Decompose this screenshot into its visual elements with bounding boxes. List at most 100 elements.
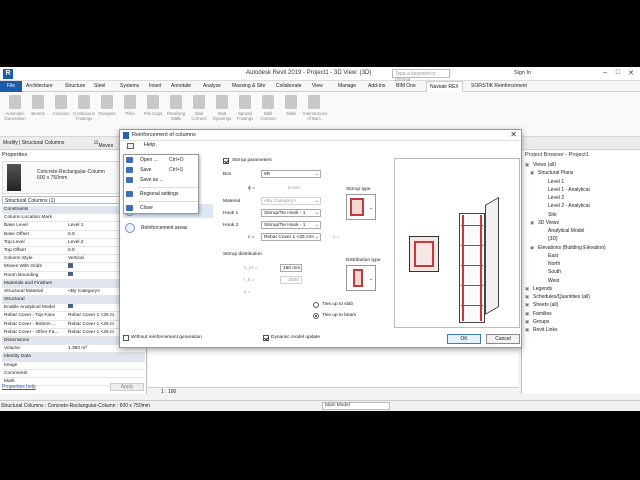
- property-row[interactable]: Comments: [2, 370, 145, 378]
- stirrup-type-select[interactable]: ⌄: [346, 194, 376, 220]
- tree-expand-icon[interactable]: ▣: [525, 161, 529, 169]
- help-menu[interactable]: Help: [144, 142, 155, 148]
- tab-file[interactable]: File: [0, 81, 22, 92]
- without-generation-checkbox[interactable]: [123, 335, 129, 341]
- tab-structure[interactable]: Structure: [65, 83, 85, 89]
- browser-item[interactable]: South: [522, 268, 640, 276]
- cover-select[interactable]: Rebar Cover 1 <25 mm ⌄: [261, 233, 321, 241]
- tab-steel[interactable]: Steel: [94, 83, 105, 89]
- ties-slab-radio[interactable]: [313, 302, 319, 308]
- tab-add-ins[interactable]: Add-Ins: [368, 83, 385, 89]
- browser-item[interactable]: ▣ Structural Plans: [522, 169, 640, 177]
- browser-item[interactable]: ▣ Revit Links: [522, 326, 640, 334]
- tree-expand-icon[interactable]: ▣: [530, 244, 534, 252]
- browser-item[interactable]: Level 2: [522, 194, 640, 202]
- browser-item[interactable]: ▣ Views (all): [522, 161, 640, 169]
- sm-input[interactable]: 150 mm: [280, 264, 302, 272]
- material-select[interactable]: <By Category> ⌄: [261, 197, 321, 205]
- distribution-type-select[interactable]: ⌄: [346, 265, 376, 291]
- ribbon-button-walls[interactable]: Walls: [280, 95, 302, 116]
- browser-item[interactable]: Level 1 - Analytical: [522, 186, 640, 194]
- tab-massing-site[interactable]: Massing & Site: [232, 83, 265, 89]
- apply-button[interactable]: Apply: [110, 383, 144, 391]
- dynamic-update-checkbox[interactable]: [263, 335, 269, 341]
- main-model-select[interactable]: Main Model: [322, 402, 390, 410]
- browser-item[interactable]: ▣ Legends: [522, 285, 640, 293]
- browser-item[interactable]: East: [522, 252, 640, 260]
- ribbon-button-continuous-footings[interactable]: Continuous Footings: [73, 95, 95, 121]
- properties-help-link[interactable]: Properties help: [2, 384, 36, 390]
- ribbon-button-retaining-walls[interactable]: Retaining Walls: [165, 95, 187, 121]
- view-scale[interactable]: 1 : 100: [161, 389, 176, 395]
- ribbon-button-intersections-of-bars[interactable]: Intersections of Bars: [303, 95, 327, 121]
- tree-expand-icon[interactable]: ▣: [525, 318, 529, 326]
- ribbon-button-wall-corners[interactable]: Wall Corners: [257, 95, 279, 121]
- ribbon-button-spread-footings[interactable]: Spread Footings: [234, 95, 256, 121]
- tab-bim-one[interactable]: BIM One: [396, 83, 416, 89]
- file-menu-icon[interactable]: [127, 143, 134, 149]
- tab-annotate[interactable]: Annotate: [171, 83, 191, 89]
- moves-checkbox[interactable]: ☑ Moves: [94, 140, 113, 149]
- browser-item[interactable]: Level 2 - Analytical: [522, 202, 640, 210]
- ribbon-button-automatic-generation[interactable]: Automatic Generation: [4, 95, 26, 121]
- menu-item-close[interactable]: Close: [124, 203, 200, 213]
- tree-expand-icon[interactable]: ▣: [530, 169, 534, 177]
- tree-expand-icon[interactable]: ▣: [525, 326, 529, 334]
- tab-insert[interactable]: Insert: [149, 83, 162, 89]
- ribbon-button-piles[interactable]: Piles: [119, 95, 141, 116]
- ribbon-button-slab-corners[interactable]: Slab Corners: [188, 95, 210, 121]
- lk-input[interactable]: 3000: [280, 276, 302, 284]
- tree-expand-icon[interactable]: ▣: [525, 310, 529, 318]
- ribbon-button-pile-caps[interactable]: Pile Caps: [142, 95, 164, 116]
- tree-expand-icon[interactable]: ▣: [530, 219, 534, 227]
- ok-button[interactable]: OK: [447, 334, 481, 344]
- browser-item[interactable]: ▣ Groups: [522, 318, 640, 326]
- tab-view[interactable]: View: [312, 83, 323, 89]
- browser-item[interactable]: ▣ Schedules/Quantities (all): [522, 293, 640, 301]
- ribbon-button-slab-openings[interactable]: Slab Openings: [211, 95, 233, 121]
- menu-item-open[interactable]: Open ... Ctrl+O: [124, 155, 200, 165]
- browser-item[interactable]: Site: [522, 211, 640, 219]
- browser-item[interactable]: ▣ 3D Views: [522, 219, 640, 227]
- property-checkbox[interactable]: [68, 304, 73, 309]
- tree-expand-icon[interactable]: ▣: [525, 285, 529, 293]
- property-section[interactable]: Identity Data: [2, 353, 145, 362]
- close-icon[interactable]: ✕: [626, 69, 636, 77]
- maximize-icon[interactable]: □: [613, 69, 623, 76]
- browser-item[interactable]: West: [522, 277, 640, 285]
- property-checkbox[interactable]: [68, 263, 73, 268]
- ribbon-button-columns[interactable]: Columns: [50, 95, 72, 116]
- minimize-icon[interactable]: –: [600, 69, 610, 76]
- revit-logo-icon[interactable]: R: [3, 69, 13, 79]
- dialog-close-icon[interactable]: ✕: [510, 130, 517, 139]
- browser-item[interactable]: North: [522, 260, 640, 268]
- search-input[interactable]: Type a keyword or phrase: [392, 69, 450, 83]
- browser-item[interactable]: ▣ Sheets (all): [522, 301, 640, 309]
- browser-item[interactable]: Analytical Model: [522, 227, 640, 235]
- ribbon-button-beams[interactable]: Beams: [27, 95, 49, 116]
- property-checkbox[interactable]: [68, 271, 73, 276]
- browser-item[interactable]: Level 1: [522, 178, 640, 186]
- box-select[interactable]: 6R ⌄: [261, 170, 321, 178]
- ribbon-button-parapets[interactable]: Parapets: [96, 95, 118, 116]
- tree-expand-icon[interactable]: ▣: [525, 293, 529, 301]
- tab-manage[interactable]: Manage: [338, 83, 356, 89]
- tab-sofistik-reinforcement[interactable]: SOFiSTiK Reinforcement: [471, 83, 527, 89]
- ties-beam-radio[interactable]: [313, 313, 319, 319]
- browser-item[interactable]: {3D}: [522, 235, 640, 243]
- tree-expand-icon[interactable]: ▣: [525, 301, 529, 309]
- tab-architecture[interactable]: Architecture: [26, 83, 53, 89]
- hook2-select[interactable]: Stirrup/Tie Hook - 1 ⌄: [261, 221, 321, 229]
- browser-item[interactable]: ▣ Elevations (Building Elevation): [522, 244, 640, 252]
- nav-reinforcement-areas[interactable]: Reinforcement areas: [123, 221, 213, 235]
- hook1-select[interactable]: Stirrup/Tie Hook - 1 ⌄: [261, 209, 321, 217]
- tab-collaborate[interactable]: Collaborate: [276, 83, 302, 89]
- menu-item-save[interactable]: Save Ctrl+S: [124, 165, 200, 175]
- cancel-button[interactable]: Cancel: [486, 334, 520, 344]
- browser-item[interactable]: ▣ Families: [522, 310, 640, 318]
- sign-in-button[interactable]: Sign In: [514, 70, 531, 76]
- menu-item-regional-settings[interactable]: Regional settings: [124, 189, 200, 199]
- stirrup-parameters-checkbox[interactable]: [223, 158, 229, 164]
- menu-item-save-as[interactable]: Save as ...: [124, 175, 200, 185]
- tab-analyze[interactable]: Analyze: [203, 83, 221, 89]
